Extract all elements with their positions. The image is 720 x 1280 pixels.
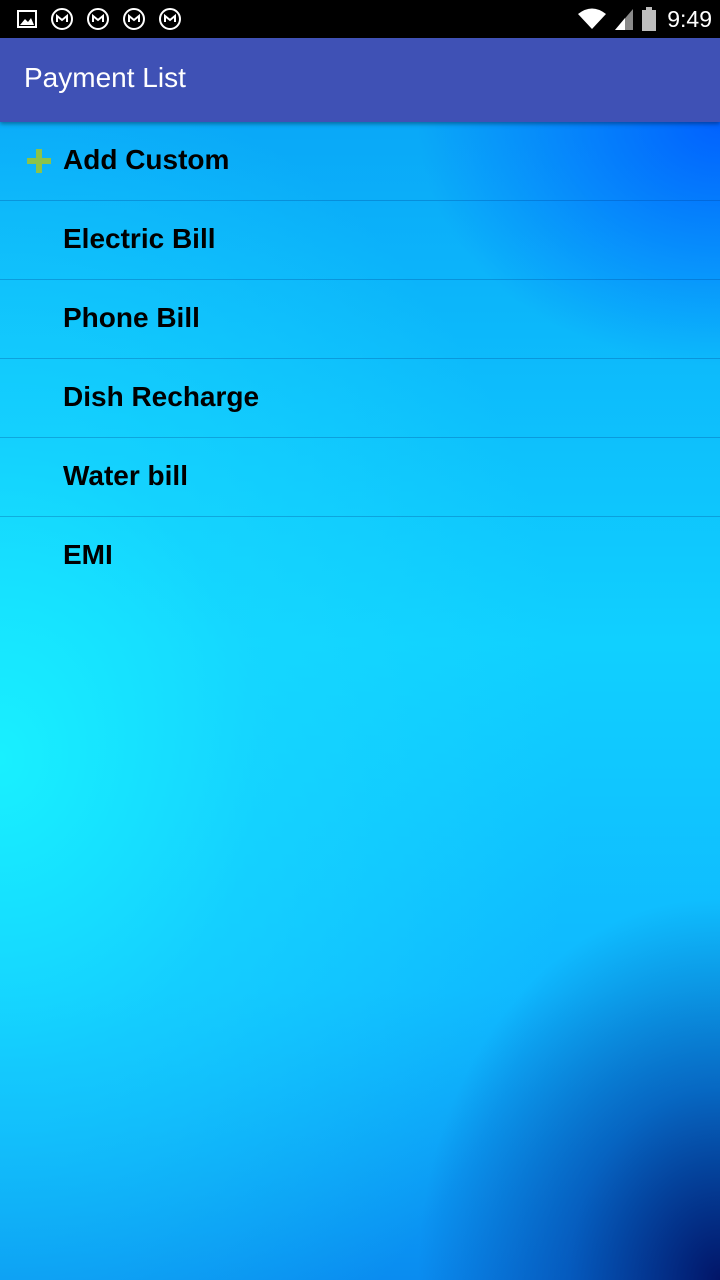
notification-icons bbox=[16, 7, 194, 31]
battery-icon bbox=[642, 7, 657, 31]
payment-list-content: Add Custom Electric Bill Phone Bill Dish… bbox=[0, 122, 720, 1280]
screen: 9:49 Payment List Add Custom Electric Bi… bbox=[0, 0, 720, 1280]
list-item[interactable]: Phone Bill bbox=[0, 280, 720, 359]
image-icon bbox=[17, 10, 37, 28]
status-time: 9:49 bbox=[667, 5, 712, 32]
n-circle-icon bbox=[51, 8, 73, 30]
plus-icon bbox=[27, 149, 51, 173]
n-circle-icon bbox=[159, 8, 181, 30]
system-icons: 9:49 bbox=[577, 4, 712, 34]
page-title: Payment List bbox=[24, 62, 186, 93]
list-item[interactable]: Water bill bbox=[0, 438, 720, 517]
app-bar: Payment List bbox=[0, 38, 720, 122]
list-item-label: EMI bbox=[63, 539, 113, 570]
list-item-label: Dish Recharge bbox=[63, 381, 260, 412]
list-item-label: Phone Bill bbox=[63, 302, 200, 333]
n-circle-icon bbox=[87, 8, 109, 30]
payment-list: Add Custom Electric Bill Phone Bill Dish… bbox=[0, 122, 720, 595]
list-item[interactable]: Electric Bill bbox=[0, 201, 720, 280]
list-item[interactable]: EMI bbox=[0, 517, 720, 595]
list-item[interactable]: Dish Recharge bbox=[0, 359, 720, 438]
list-item-label: Electric Bill bbox=[63, 223, 216, 254]
wifi-icon bbox=[578, 8, 607, 29]
signal-icon bbox=[615, 9, 634, 30]
status-bar: 9:49 bbox=[0, 0, 720, 38]
add-custom-item[interactable]: Add Custom bbox=[0, 122, 720, 201]
n-circle-icon bbox=[123, 8, 145, 30]
list-item-label: Water bill bbox=[63, 460, 188, 491]
add-custom-label: Add Custom bbox=[63, 144, 230, 175]
